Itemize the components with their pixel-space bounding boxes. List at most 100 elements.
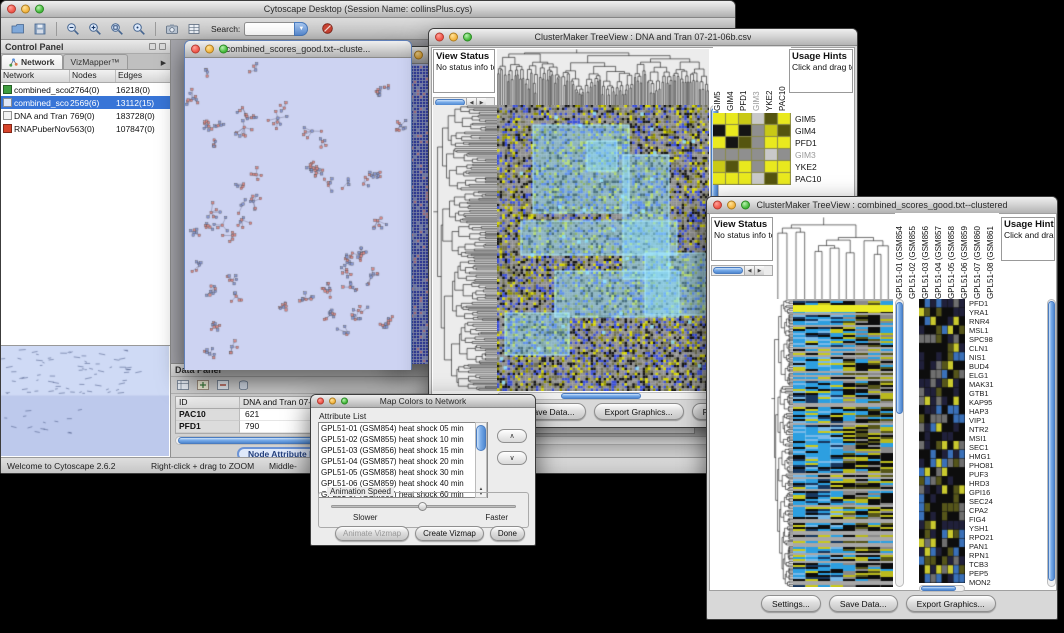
- network-list-empty-area: [1, 135, 170, 345]
- similarity-matrix-canvas[interactable]: [713, 113, 791, 185]
- scroll-thumb[interactable]: [561, 393, 641, 399]
- treeview-button[interactable]: Save Data...: [829, 595, 898, 612]
- close-button[interactable]: [713, 201, 722, 210]
- treeview-button[interactable]: Export Graphics...: [594, 403, 684, 420]
- open-session-button[interactable]: [7, 20, 29, 38]
- scroll-thumb[interactable]: [1048, 301, 1055, 581]
- attribute-list-item[interactable]: GPL51-03 (GSM856) heat shock 15 min: [319, 445, 487, 456]
- main-titlebar[interactable]: Cytoscape Desktop (Session Name: collins…: [1, 1, 735, 18]
- scroll-thumb[interactable]: [713, 267, 743, 274]
- zoom-selected-button[interactable]: [128, 20, 150, 38]
- column-dendrogram-canvas[interactable]: [497, 49, 709, 105]
- search-input[interactable]: ▼: [244, 22, 308, 36]
- dialog-button[interactable]: Animate Vizmap: [335, 526, 409, 541]
- attribute-list-scrollbar[interactable]: ▲▼: [475, 422, 487, 498]
- minimize-button[interactable]: [329, 398, 336, 405]
- minimize-button[interactable]: [449, 33, 458, 42]
- dialog-button[interactable]: Create Vizmap: [415, 526, 484, 541]
- col-header-id[interactable]: ID: [176, 397, 240, 408]
- zoom-fit-button[interactable]: [106, 20, 128, 38]
- destroy-network-button[interactable]: [316, 20, 338, 38]
- float-panel-button[interactable]: [149, 43, 156, 50]
- zoom-button[interactable]: [341, 398, 348, 405]
- view-status-scrollbar[interactable]: ◀ ▶: [711, 265, 773, 276]
- zoom-vscrollbar[interactable]: [1047, 299, 1056, 587]
- network-row-edges: 183728(0): [116, 111, 170, 121]
- move-down-button[interactable]: ∨: [497, 451, 527, 465]
- dialog-titlebar[interactable]: Map Colors to Network: [311, 395, 535, 408]
- attribute-function-button[interactable]: [235, 378, 251, 392]
- scroll-left-button[interactable]: ◀: [744, 266, 754, 275]
- gene-label: RPO21: [969, 533, 1021, 542]
- network-row[interactable]: combined_sco2569(6)13112(15): [1, 96, 170, 109]
- network-view-canvas[interactable]: [185, 58, 411, 370]
- dialog-button[interactable]: Done: [490, 526, 525, 541]
- gene-label: VIP1: [969, 416, 1021, 425]
- attribute-list-item[interactable]: GPL51-05 (GSM858) heat shock 30 min: [319, 467, 487, 478]
- scroll-thumb[interactable]: [476, 425, 486, 451]
- tab-overflow-button[interactable]: ▶: [157, 56, 170, 69]
- zoom-in-button[interactable]: [84, 20, 106, 38]
- row-dendrogram-canvas[interactable]: [433, 105, 497, 391]
- zoom-button[interactable]: [741, 201, 750, 210]
- window-titlebar[interactable]: ClusterMaker TreeView : DNA and Tran 07-…: [429, 29, 857, 46]
- window-controls: [7, 5, 44, 14]
- heatmap-column-label: GPL51-08 (GSM861: [986, 213, 999, 299]
- create-attribute-button[interactable]: [195, 378, 211, 392]
- matrix-column-label: GIM4: [726, 47, 739, 111]
- zoom-button[interactable]: [463, 33, 472, 42]
- treeview-button[interactable]: Export Graphics...: [906, 595, 996, 612]
- close-panel-button[interactable]: [159, 43, 166, 50]
- minimize-button[interactable]: [205, 45, 214, 54]
- zoom-heatmap-canvas[interactable]: [919, 299, 965, 583]
- network-row[interactable]: combined_scores2764(0)16218(0): [1, 83, 170, 96]
- window-titlebar[interactable]: ClusterMaker TreeView : combined_scores_…: [707, 197, 1057, 214]
- select-attributes-button[interactable]: [175, 378, 191, 392]
- scroll-right-button[interactable]: ▶: [754, 266, 764, 275]
- zoom-out-button[interactable]: [62, 20, 84, 38]
- combo-arrow-icon[interactable]: ▼: [294, 22, 308, 36]
- window-titlebar[interactable]: combined_scores_good.txt--cluste...: [185, 41, 411, 58]
- col-header-nodes[interactable]: Nodes: [70, 70, 116, 82]
- scroll-thumb[interactable]: [921, 586, 956, 591]
- minimize-button[interactable]: [727, 201, 736, 210]
- view-status-box: View Status No status info to display: [711, 217, 773, 261]
- col-header-network[interactable]: Network: [1, 70, 70, 82]
- attribute-list-item[interactable]: GPL51-02 (GSM855) heat shock 10 min: [319, 434, 487, 445]
- slider-thumb[interactable]: [418, 502, 427, 511]
- speed-slider[interactable]: [331, 505, 516, 508]
- close-button[interactable]: [7, 5, 16, 14]
- attribute-list-item[interactable]: GPL51-04 (GSM857) heat shock 20 min: [319, 456, 487, 467]
- column-dendrogram-canvas[interactable]: [775, 217, 893, 299]
- close-button[interactable]: [191, 45, 200, 54]
- treeview-button[interactable]: Settings...: [761, 595, 821, 612]
- snapshot-button[interactable]: [161, 20, 183, 38]
- control-panel-header: Control Panel: [1, 40, 170, 54]
- network-overview-canvas[interactable]: [1, 346, 169, 456]
- row-dendrogram-canvas[interactable]: [771, 299, 793, 587]
- global-vscrollbar[interactable]: [895, 299, 904, 587]
- attribute-list-item[interactable]: GPL51-01 (GSM854) heat shock 05 min: [319, 423, 487, 434]
- save-session-button[interactable]: [29, 20, 51, 38]
- treeview-combined-window: ClusterMaker TreeView : combined_scores_…: [706, 196, 1058, 620]
- zoom-button[interactable]: [35, 5, 44, 14]
- minimize-button[interactable]: [21, 5, 30, 14]
- col-header-edges[interactable]: Edges: [116, 70, 170, 82]
- tab-vizmapper[interactable]: VizMapper™: [63, 54, 128, 69]
- scroll-thumb[interactable]: [896, 302, 903, 414]
- network-view: [185, 58, 411, 369]
- heatmap-canvas[interactable]: [497, 105, 709, 391]
- move-up-button[interactable]: ∧: [497, 429, 527, 443]
- close-button[interactable]: [317, 398, 324, 405]
- close-button[interactable]: [435, 33, 444, 42]
- network-row[interactable]: DNA and Tran 07769(0)183728(0): [1, 109, 170, 122]
- zoom-button[interactable]: [219, 45, 228, 54]
- network-row[interactable]: RNAPuberNov2563(0)107847(0): [1, 122, 170, 135]
- minimize-button[interactable]: [414, 51, 423, 60]
- tab-network[interactable]: Network: [1, 54, 63, 69]
- zoom-hscrollbar[interactable]: [919, 585, 965, 592]
- annotation-button[interactable]: [183, 20, 205, 38]
- view-status-box: View Status No status info to display: [433, 49, 495, 93]
- delete-attribute-button[interactable]: [215, 378, 231, 392]
- global-heatmap-canvas[interactable]: [793, 299, 893, 587]
